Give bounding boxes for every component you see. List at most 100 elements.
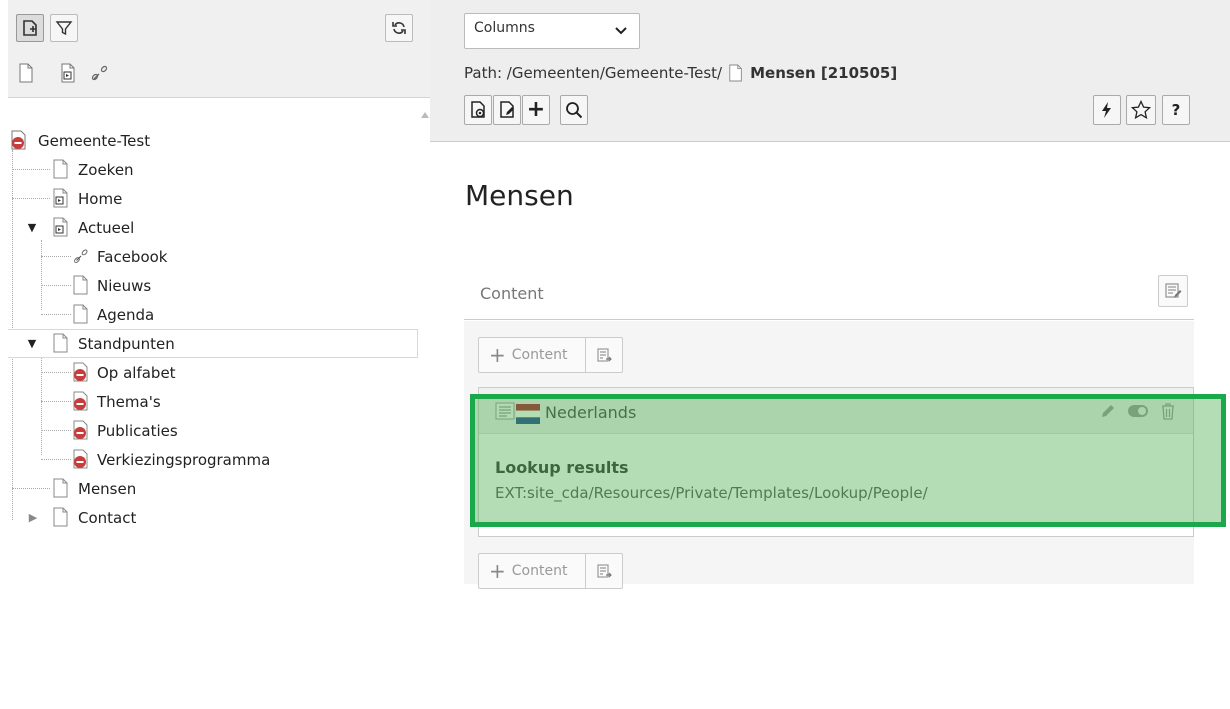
new-page-icon xyxy=(23,20,37,36)
tree-node-home[interactable]: Home xyxy=(8,184,418,213)
tree-connector xyxy=(41,401,71,402)
tree-node-verkiezingsprogramma[interactable]: Verkiezingsprogramma xyxy=(8,445,418,474)
page-tree-toolbar xyxy=(8,0,430,98)
view-mode-select[interactable]: Columns xyxy=(464,13,640,49)
edit-column-button[interactable] xyxy=(1158,275,1188,307)
collapse-toggle-icon[interactable]: ▼ xyxy=(26,221,38,234)
tree-node-op-alfabet[interactable]: Op alfabet xyxy=(8,358,418,387)
drag-shortcut-page-icon[interactable] xyxy=(60,63,76,83)
tree-node-label: Home xyxy=(78,189,123,208)
filter-icon xyxy=(55,21,73,36)
page-tree-panel: Gemeente-Test Zoeken Home ▼ Actueel Face… xyxy=(8,0,430,709)
tree-node-agenda[interactable]: Agenda xyxy=(8,300,418,329)
tree-node-label: Thema's xyxy=(97,392,161,411)
paste-button[interactable] xyxy=(586,554,622,588)
shortcut-page-icon xyxy=(53,217,68,237)
breadcrumb: Path: /Gemeenten/Gemeente-Test/ Mensen [… xyxy=(464,62,897,84)
plus-icon: + xyxy=(526,97,546,122)
add-content-button[interactable]: + xyxy=(522,95,550,125)
page-icon xyxy=(53,478,68,498)
help-label: ? xyxy=(1171,101,1181,119)
doc-header: Columns Path: /Gemeenten/Gemeente-Test/ … xyxy=(430,0,1230,142)
tree-node-label: Verkiezingsprogramma xyxy=(97,450,271,469)
plus-icon: + xyxy=(489,559,506,583)
edit-page-icon xyxy=(500,101,514,118)
pencil-icon xyxy=(1102,405,1114,417)
tree-connector xyxy=(41,314,71,315)
page-icon xyxy=(73,304,88,324)
page-icon xyxy=(53,159,68,179)
scroll-up-arrow-icon[interactable] xyxy=(421,112,429,118)
tree-connector xyxy=(12,488,50,489)
tree-node-zoeken[interactable]: Zoeken xyxy=(8,155,418,184)
tree-node-label: Nieuws xyxy=(97,276,152,295)
chevron-down-icon xyxy=(615,27,627,35)
tree-node-gemeente-test[interactable]: Gemeente-Test xyxy=(8,126,418,155)
tree-node-label: Gemeente-Test xyxy=(38,131,151,150)
content-element-template-path: EXT:site_cda/Resources/Private/Templates… xyxy=(495,484,928,502)
delete-element-button[interactable] xyxy=(1153,396,1183,426)
new-content-action[interactable]: + Content xyxy=(479,554,586,588)
tree-node-standpunten[interactable]: ▼ Standpunten xyxy=(8,329,418,358)
tree-node-themas[interactable]: Thema's xyxy=(8,387,418,416)
new-page-button[interactable] xyxy=(16,14,44,42)
edit-element-button[interactable] xyxy=(1093,396,1123,426)
view-mode-select-value: Columns xyxy=(474,20,535,36)
tree-node-label: Standpunten xyxy=(78,334,175,353)
new-content-action[interactable]: + Content xyxy=(479,338,586,372)
dutch-flag-icon xyxy=(516,404,540,424)
restricted-page-icon xyxy=(73,362,88,382)
tree-connector xyxy=(41,256,71,257)
new-content-label: Content xyxy=(511,563,568,579)
content-element[interactable]: Nederlands Lookup results EXT:site_cda/R… xyxy=(478,387,1194,537)
expand-toggle-icon[interactable]: ▶ xyxy=(27,511,39,524)
restricted-page-icon xyxy=(73,391,88,411)
column-header: Content xyxy=(464,268,1194,320)
help-button[interactable]: ? xyxy=(1162,95,1190,125)
page-icon xyxy=(53,333,68,353)
breadcrumb-path: Path: /Gemeenten/Gemeente-Test/ xyxy=(464,64,723,82)
collapse-toggle-icon[interactable]: ▼ xyxy=(26,337,38,350)
edit-column-icon xyxy=(1165,283,1182,298)
page-icon xyxy=(53,507,68,527)
view-page-button[interactable] xyxy=(464,95,492,125)
tree-node-publicaties[interactable]: Publicaties xyxy=(8,416,418,445)
new-content-label: Content xyxy=(511,347,568,363)
filter-button[interactable] xyxy=(50,14,78,42)
new-content-button-top[interactable]: + Content xyxy=(478,337,623,373)
toggle-icon xyxy=(1128,405,1148,417)
content-element-actions xyxy=(1093,396,1183,426)
paste-icon xyxy=(597,564,612,578)
tree-connector xyxy=(41,459,71,460)
tree-node-label: Mensen xyxy=(78,479,137,498)
tree-node-contact[interactable]: ▶ Contact xyxy=(8,503,418,532)
edit-page-properties-button[interactable] xyxy=(493,95,521,125)
view-page-icon xyxy=(471,101,485,118)
trash-icon xyxy=(1162,403,1174,420)
paste-button[interactable] xyxy=(586,338,622,372)
page-icon xyxy=(729,64,742,82)
tree-connector xyxy=(12,169,50,170)
star-icon xyxy=(1131,100,1151,120)
refresh-icon xyxy=(392,22,406,34)
content-element-language: Nederlands xyxy=(545,403,637,422)
tree-node-label: Facebook xyxy=(97,247,168,266)
tree-node-actueel[interactable]: ▼ Actueel xyxy=(8,213,418,242)
new-content-button-bottom[interactable]: + Content xyxy=(478,553,623,589)
search-button[interactable] xyxy=(560,95,588,125)
tree-node-nieuws[interactable]: Nieuws xyxy=(8,271,418,300)
tree-connector xyxy=(41,372,71,373)
shortcut-button[interactable] xyxy=(1093,95,1121,125)
drag-new-page-icon[interactable] xyxy=(18,63,34,83)
tree-node-label: Agenda xyxy=(97,305,155,324)
plus-icon: + xyxy=(489,343,506,367)
refresh-button[interactable] xyxy=(385,14,413,42)
text-content-type-icon xyxy=(495,402,515,420)
column-label: Content xyxy=(480,284,544,303)
drag-link-icon[interactable] xyxy=(90,63,110,83)
tree-node-mensen[interactable]: Mensen xyxy=(8,474,418,503)
column-body: + Content Nederlands Lookup results EXT:… xyxy=(464,321,1194,589)
bookmark-button[interactable] xyxy=(1126,95,1156,125)
toggle-visibility-button[interactable] xyxy=(1123,396,1153,426)
tree-node-facebook[interactable]: Facebook xyxy=(8,242,418,271)
